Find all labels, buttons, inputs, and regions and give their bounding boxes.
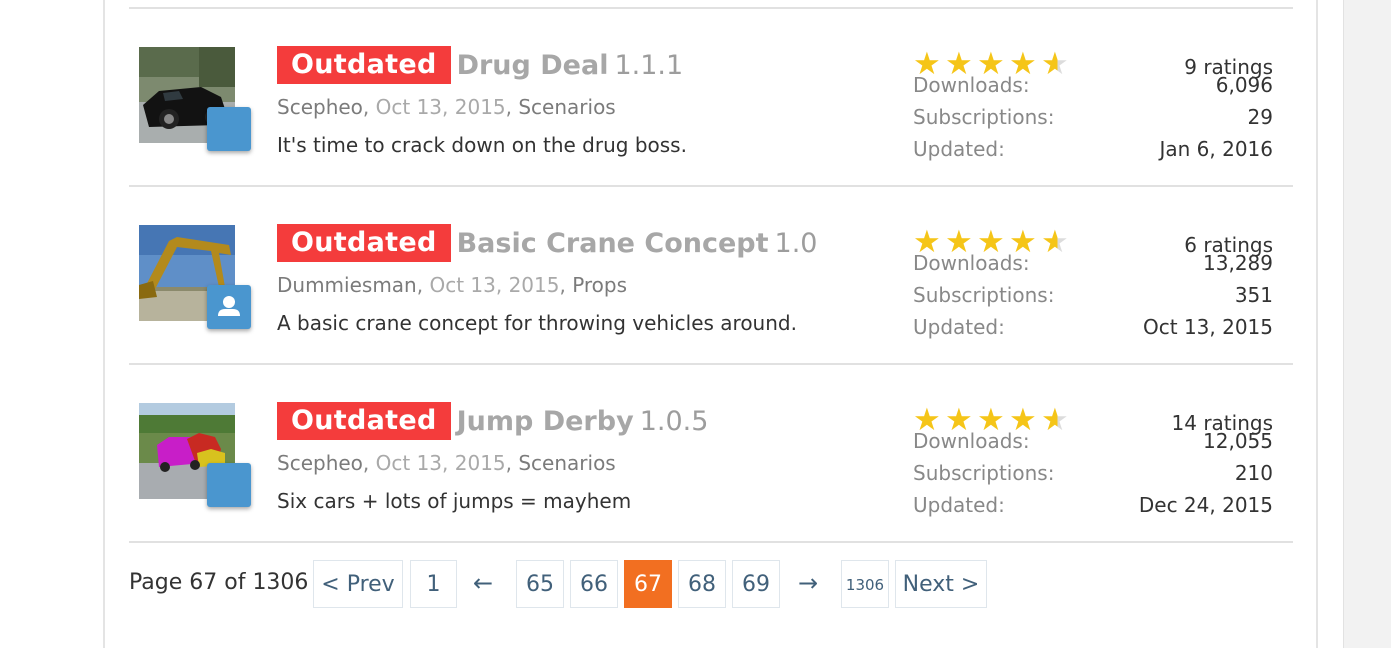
page-button[interactable]: 66 — [570, 560, 618, 608]
divider — [129, 541, 1293, 543]
post-date[interactable]: Oct 13, 2015 — [376, 451, 506, 475]
first-page-button[interactable]: 1 — [410, 560, 457, 608]
resource-title-link[interactable]: Drug Deal — [457, 50, 609, 81]
downloads-stat: Downloads: 6,096 — [913, 73, 1273, 101]
category-link[interactable]: Props — [572, 273, 627, 297]
updated-stat: Updated: Jan 6, 2016 — [913, 137, 1273, 165]
post-date[interactable]: Oct 13, 2015 — [429, 273, 559, 297]
resource-version: 1.1.1 — [614, 49, 684, 81]
outdated-badge: Outdated — [277, 224, 451, 262]
downloads-label: Downloads: — [913, 251, 1030, 275]
updated-value: Oct 13, 2015 — [1143, 315, 1273, 339]
resource-meta: Dummiesman, Oct 13, 2015, Props — [277, 273, 628, 297]
resource-description: It's time to crack down on the drug boss… — [277, 133, 687, 157]
downloads-label: Downloads: — [913, 73, 1030, 97]
downloads-value: 6,096 — [1215, 73, 1273, 97]
resource-meta: Scepheo, Oct 13, 2015, Scenarios — [277, 95, 616, 119]
updated-stat: Updated: Oct 13, 2015 — [913, 315, 1273, 343]
post-date[interactable]: Oct 13, 2015 — [376, 95, 506, 119]
updated-stat: Updated: Dec 24, 2015 — [913, 493, 1273, 521]
page-label: Page 67 of 1306 — [129, 570, 309, 595]
blank-avatar[interactable] — [207, 463, 251, 507]
updated-label: Updated: — [913, 315, 1005, 339]
resource-title-link[interactable]: Basic Crane Concept — [457, 228, 769, 259]
resource-description: Six cars + lots of jumps = mayhem — [277, 489, 632, 513]
subscriptions-stat: Subscriptions: 210 — [913, 461, 1273, 489]
updated-value: Jan 6, 2016 — [1159, 137, 1273, 161]
category-link[interactable]: Scenarios — [518, 451, 615, 475]
current-page-button[interactable]: 67 — [624, 560, 672, 608]
resource-title-line: Outdated Drug Deal 1.1.1 — [277, 46, 683, 86]
resource-meta: Scepheo, Oct 13, 2015, Scenarios — [277, 451, 616, 475]
outdated-badge: Outdated — [277, 46, 451, 84]
resource-row: Outdated Basic Crane Concept 1.0 Dummiesma… — [129, 187, 1293, 363]
outdated-badge: Outdated — [277, 402, 451, 440]
content-right-border — [1316, 0, 1318, 648]
category-link[interactable]: Scenarios — [518, 95, 615, 119]
updated-label: Updated: — [913, 493, 1005, 517]
resource-description: A basic crane concept for throwing vehic… — [277, 311, 797, 335]
subscriptions-label: Subscriptions: — [913, 461, 1055, 485]
downloads-value: 13,289 — [1203, 251, 1273, 275]
last-page-button[interactable]: 1306 — [841, 560, 889, 608]
downloads-stat: Downloads: 13,289 — [913, 251, 1273, 279]
author-link[interactable]: Scepheo — [277, 95, 363, 119]
subscriptions-label: Subscriptions: — [913, 283, 1055, 307]
default-user-avatar[interactable] — [207, 285, 251, 329]
author-link[interactable]: Dummiesman — [277, 273, 417, 297]
skip-forward-arrow[interactable]: → — [798, 560, 818, 608]
page-button[interactable]: 69 — [732, 560, 780, 608]
downloads-stat: Downloads: 12,055 — [913, 429, 1273, 457]
downloads-value: 12,055 — [1203, 429, 1273, 453]
blank-avatar[interactable] — [207, 107, 251, 151]
resource-title-line: Outdated Jump Derby 1.0.5 — [277, 402, 708, 442]
updated-value: Dec 24, 2015 — [1138, 493, 1273, 517]
page-button[interactable]: 65 — [516, 560, 564, 608]
skip-back-arrow[interactable]: ← — [473, 560, 493, 608]
author-link[interactable]: Scepheo — [277, 451, 363, 475]
page-button[interactable]: 68 — [678, 560, 726, 608]
next-page-button[interactable]: Next > — [895, 560, 987, 608]
downloads-label: Downloads: — [913, 429, 1030, 453]
subscriptions-value: 351 — [1234, 283, 1273, 307]
updated-label: Updated: — [913, 137, 1005, 161]
subscriptions-value: 29 — [1247, 105, 1273, 129]
resource-title-line: Outdated Basic Crane Concept 1.0 — [277, 224, 817, 264]
resource-version: 1.0.5 — [639, 405, 709, 437]
subscriptions-stat: Subscriptions: 351 — [913, 283, 1273, 311]
sidebar-edge — [1343, 0, 1391, 648]
subscriptions-value: 210 — [1234, 461, 1273, 485]
subscriptions-label: Subscriptions: — [913, 105, 1055, 129]
resource-row: Outdated Drug Deal 1.1.1 Scepheo, Oct 13, … — [129, 9, 1293, 185]
content-left-border — [103, 0, 105, 648]
resource-row: Outdated Jump Derby 1.0.5 Scepheo, Oct 13,… — [129, 365, 1293, 541]
resource-title-link[interactable]: Jump Derby — [457, 406, 634, 437]
prev-page-button[interactable]: < Prev — [313, 560, 403, 608]
resource-version: 1.0 — [774, 227, 818, 259]
subscriptions-stat: Subscriptions: 29 — [913, 105, 1273, 133]
